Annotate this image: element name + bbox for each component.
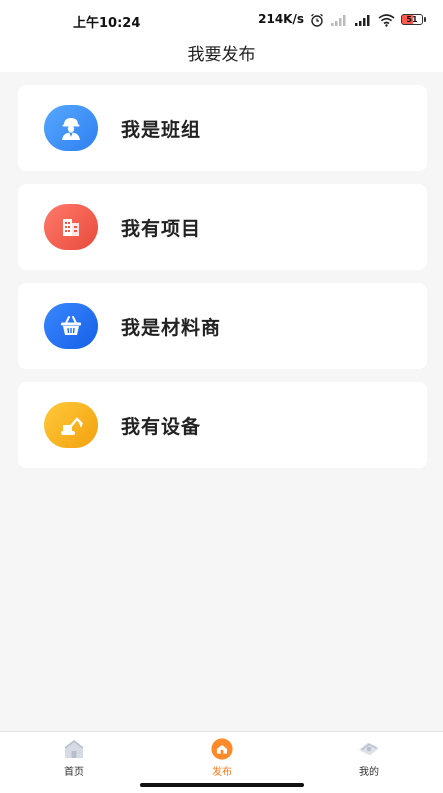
alarm-icon <box>310 12 324 27</box>
nav-item-profile[interactable]: 我的 <box>329 732 409 782</box>
card-project[interactable]: 我有项目 <box>18 184 427 270</box>
card-equipment[interactable]: 我有设备 <box>18 382 427 468</box>
profile-icon <box>357 738 381 760</box>
card-label-equipment: 我有设备 <box>121 416 202 438</box>
worker-icon <box>44 105 98 151</box>
network-speed: 214K/s <box>258 12 304 26</box>
card-label-team: 我是班组 <box>121 119 202 141</box>
excavator-icon <box>44 402 98 448</box>
nav-label-home: 首页 <box>64 767 84 778</box>
status-bar: 上午10:24 214K/s 51 <box>0 0 443 38</box>
signal-weak-icon <box>330 12 348 26</box>
nav-item-publish[interactable]: 发布 <box>182 732 262 782</box>
page-title: 我要发布 <box>187 45 256 65</box>
nav-label-publish: 发布 <box>212 767 232 778</box>
nav-label-profile: 我的 <box>359 767 379 778</box>
status-icons: 214K/s 51 <box>258 11 426 27</box>
card-team[interactable]: 我是班组 <box>18 85 427 171</box>
battery-icon: 51 <box>401 13 426 25</box>
card-material[interactable]: 我是材料商 <box>18 283 427 369</box>
status-time: 上午10:24 <box>73 16 141 31</box>
building-icon <box>44 204 98 250</box>
signal-icon <box>354 12 372 26</box>
home-indicator <box>140 783 304 787</box>
wifi-icon <box>378 12 395 27</box>
card-label-project: 我有项目 <box>121 218 202 240</box>
basket-icon <box>44 303 98 349</box>
home-icon <box>62 738 86 760</box>
publish-icon <box>210 738 234 760</box>
card-label-material: 我是材料商 <box>121 317 222 339</box>
nav-item-home[interactable]: 首页 <box>34 732 114 782</box>
top-area: 上午10:24 214K/s 51 我要发布 <box>0 0 443 72</box>
